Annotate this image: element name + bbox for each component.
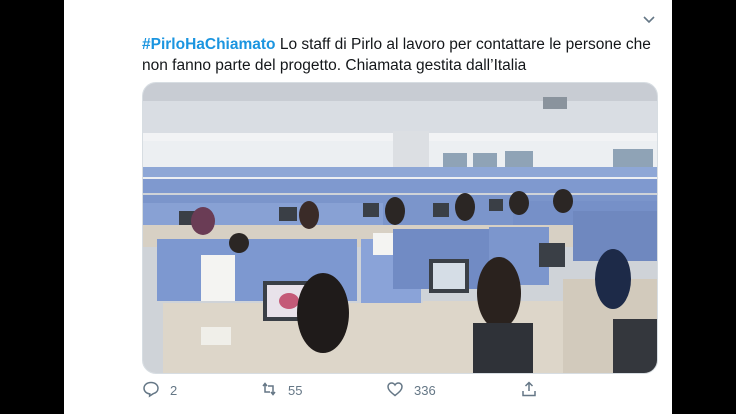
tweet-text: #PirloHaChiamato Lo staff di Pirlo al la… [142,34,662,76]
retweet-action[interactable]: 55 [260,380,302,401]
tweet-card: #PirloHaChiamato Lo staff di Pirlo al la… [64,0,672,414]
like-action[interactable]: 336 [386,380,436,401]
tweet-photo[interactable] [142,82,658,374]
retweet-count: 55 [288,383,303,398]
tweet-actions: 2 55 336 [142,380,602,404]
like-icon [386,380,404,401]
reply-count: 2 [170,383,178,398]
hashtag-link[interactable]: #PirloHaChiamato [142,36,276,53]
chevron-down-icon[interactable] [642,12,656,26]
reply-icon [142,380,160,401]
share-icon [520,380,538,401]
retweet-icon [260,380,278,401]
call-center-photo [143,83,657,373]
reply-action[interactable]: 2 [142,380,177,401]
like-count: 336 [414,383,436,398]
share-action[interactable] [520,380,538,401]
